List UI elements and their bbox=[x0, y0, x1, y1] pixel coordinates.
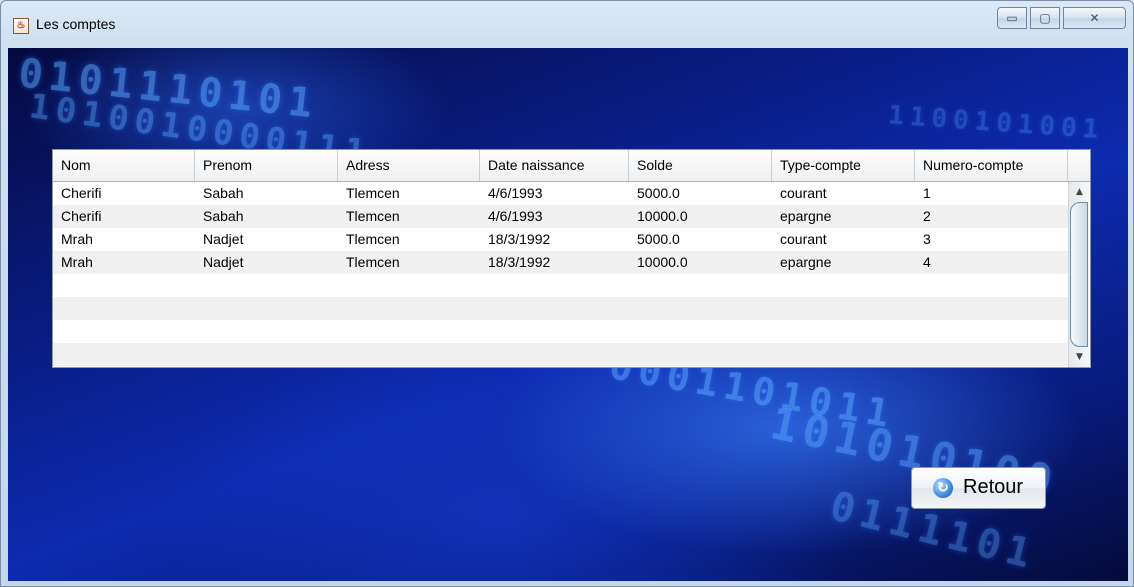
column-header[interactable]: Type-compte bbox=[772, 150, 915, 181]
content-panel: 0101110101 1010010000111 0001101011 1010… bbox=[8, 48, 1128, 581]
column-header[interactable]: Numero-compte bbox=[915, 150, 1068, 181]
column-header[interactable]: Nom bbox=[53, 150, 195, 181]
column-header[interactable]: Date naissance bbox=[480, 150, 629, 181]
table-cell: Mrah bbox=[61, 231, 93, 247]
table-row[interactable] bbox=[53, 274, 1068, 297]
table-cell: Cherifi bbox=[61, 208, 102, 224]
app-window: ♨ Les comptes ▭ ▢ ✕ 0101110101 101001000… bbox=[0, 0, 1134, 587]
table-cell: 1 bbox=[923, 185, 931, 201]
column-header[interactable]: Solde bbox=[629, 150, 772, 181]
column-header[interactable]: Prenom bbox=[195, 150, 338, 181]
table-body: Cherifi Sabah Tlemcen 4/6/1993 5000.0 courant… bbox=[53, 182, 1068, 367]
table-cell: 4 bbox=[923, 254, 931, 270]
table-cell: 18/3/1992 bbox=[488, 231, 551, 247]
scrollbar-thumb[interactable] bbox=[1070, 202, 1088, 347]
table-header: Nom Prenom Adress Date naissance Solde Type-c… bbox=[53, 150, 1090, 182]
table-row[interactable] bbox=[53, 297, 1068, 320]
table-cell: Tlemcen bbox=[346, 185, 400, 201]
table-cell: courant bbox=[780, 185, 827, 201]
table-cell: Nadjet bbox=[203, 231, 244, 247]
table-cell: epargne bbox=[780, 254, 832, 270]
java-app-icon[interactable]: ♨ bbox=[13, 18, 29, 34]
background-image: 1100101001 bbox=[887, 100, 1106, 146]
title-bar[interactable]: ♨ Les comptes ▭ ▢ ✕ bbox=[1, 1, 1133, 47]
accounts-table: Nom Prenom Adress Date naissance Solde Type-c… bbox=[52, 149, 1091, 368]
close-button[interactable]: ✕ bbox=[1063, 7, 1126, 29]
table-cell: Tlemcen bbox=[346, 208, 400, 224]
table-row[interactable]: Cherifi Sabah Tlemcen 4/6/1993 10000.0 epargn… bbox=[53, 205, 1068, 228]
table-row[interactable]: Cherifi Sabah Tlemcen 4/6/1993 5000.0 courant… bbox=[53, 182, 1068, 205]
window-title: Les comptes bbox=[36, 16, 116, 32]
table-cell: 5000.0 bbox=[637, 185, 680, 201]
table-cell: courant bbox=[780, 231, 827, 247]
table-cell: Sabah bbox=[203, 185, 244, 201]
column-header[interactable]: Adress bbox=[338, 150, 480, 181]
table-row[interactable]: Mrah Nadjet Tlemcen 18/3/1992 5000.0 courant 3 bbox=[53, 228, 1068, 251]
table-cell: 4/6/1993 bbox=[488, 185, 543, 201]
table-row[interactable]: Mrah Nadjet Tlemcen 18/3/1992 10000.0 epargne… bbox=[53, 251, 1068, 274]
table-cell: Nadjet bbox=[203, 254, 244, 270]
table-row[interactable] bbox=[53, 320, 1068, 343]
table-cell: epargne bbox=[780, 208, 832, 224]
table-cell: Mrah bbox=[61, 254, 93, 270]
scroll-down-icon[interactable]: ▼ bbox=[1071, 349, 1088, 365]
table-cell: Cherifi bbox=[61, 185, 102, 201]
table-cell: 4/6/1993 bbox=[488, 208, 543, 224]
scroll-up-icon[interactable]: ▲ bbox=[1071, 184, 1088, 200]
minimize-button[interactable]: ▭ bbox=[997, 7, 1027, 29]
table-cell: Tlemcen bbox=[346, 231, 400, 247]
table-cell: 10000.0 bbox=[637, 208, 688, 224]
refresh-icon: ↻ bbox=[933, 478, 953, 498]
table-cell: 10000.0 bbox=[637, 254, 688, 270]
table-cell: 5000.0 bbox=[637, 231, 680, 247]
table-cell: Sabah bbox=[203, 208, 244, 224]
table-row[interactable] bbox=[53, 343, 1068, 366]
table-cell: 18/3/1992 bbox=[488, 254, 551, 270]
table-cell: 3 bbox=[923, 231, 931, 247]
retour-button[interactable]: ↻ Retour bbox=[911, 467, 1046, 509]
table-cell: 2 bbox=[923, 208, 931, 224]
retour-label: Retour bbox=[963, 476, 1024, 498]
maximize-button[interactable]: ▢ bbox=[1030, 7, 1060, 29]
table-cell: Tlemcen bbox=[346, 254, 400, 270]
vertical-scrollbar[interactable]: ▲ ▼ bbox=[1068, 182, 1089, 367]
